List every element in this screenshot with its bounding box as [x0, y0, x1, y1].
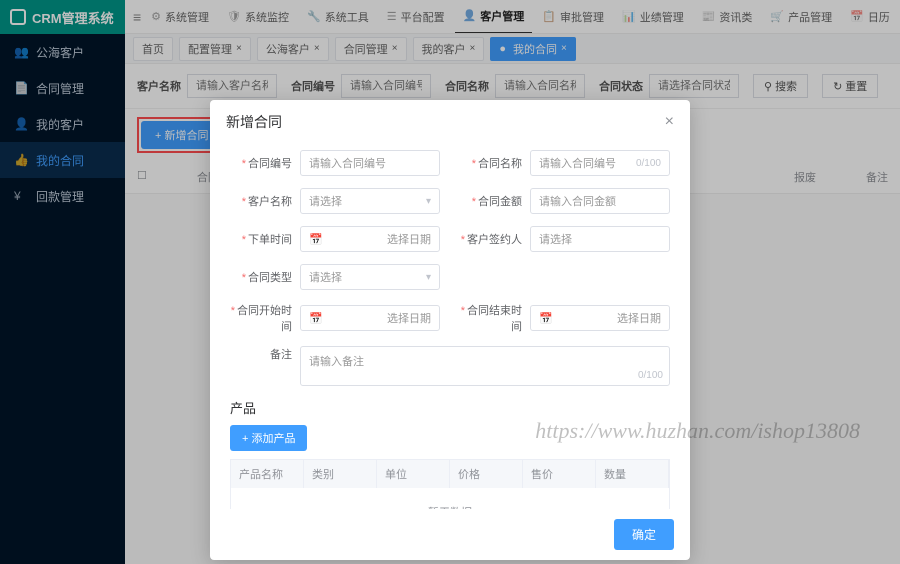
pt-col-qty: 数量 [596, 460, 669, 488]
field-contract-no-input[interactable]: 请输入合同编号 [300, 150, 440, 176]
field-start-date[interactable]: 📅 选择日期 [300, 305, 440, 331]
field-order-time-date[interactable]: 📅 选择日期 [300, 226, 440, 252]
field-customer-select[interactable]: 请选择▾ [300, 188, 440, 214]
pt-col-cat: 类别 [304, 460, 377, 488]
product-section-title: 产品 [230, 398, 670, 417]
field-type-label: 合同类型 [230, 269, 300, 285]
field-start-label: 合同开始时间 [230, 302, 300, 334]
field-signer-label: 客户签约人 [460, 231, 530, 247]
field-remark-textarea[interactable]: 请输入备注0/100 [300, 346, 670, 386]
add-contract-modal: 新增合同 × 合同编号请输入合同编号 合同名称请输入合同编号0/100 客户名称… [210, 100, 690, 560]
product-table: 产品名称 类别 单位 价格 售价 数量 暂无数据 [230, 459, 670, 509]
calendar-icon: 📅 [539, 312, 553, 325]
field-contract-name-input[interactable]: 请输入合同编号0/100 [530, 150, 670, 176]
confirm-button[interactable]: 确定 [614, 519, 674, 550]
calendar-icon: 📅 [309, 233, 323, 246]
product-table-header: 产品名称 类别 单位 价格 售价 数量 [231, 460, 669, 488]
modal-overlay[interactable]: 新增合同 × 合同编号请输入合同编号 合同名称请输入合同编号0/100 客户名称… [0, 0, 900, 564]
field-type-select[interactable]: 请选择▾ [300, 264, 440, 290]
product-table-empty: 暂无数据 [231, 488, 669, 509]
field-contract-name-label: 合同名称 [460, 155, 530, 171]
pt-col-unit: 单位 [377, 460, 450, 488]
add-product-button[interactable]: + 添加产品 [230, 425, 307, 451]
field-end-label: 合同结束时间 [460, 302, 530, 334]
calendar-icon: 📅 [309, 312, 323, 325]
chevron-down-icon: ▾ [426, 272, 431, 283]
field-contract-no-label: 合同编号 [230, 155, 300, 171]
pt-col-name: 产品名称 [231, 460, 304, 488]
field-order-time-label: 下单时间 [230, 231, 300, 247]
field-amount-input[interactable]: 请输入合同金额 [530, 188, 670, 214]
pt-col-sale: 售价 [523, 460, 596, 488]
field-end-date[interactable]: 📅 选择日期 [530, 305, 670, 331]
field-customer-label: 客户名称 [230, 193, 300, 209]
field-signer-select[interactable]: 请选择 [530, 226, 670, 252]
modal-title: 新增合同 [226, 112, 282, 132]
pt-col-price: 价格 [450, 460, 523, 488]
field-remark-label: 备注 [230, 346, 300, 362]
field-amount-label: 合同金额 [460, 193, 530, 209]
modal-close-icon[interactable]: × [665, 113, 674, 131]
chevron-down-icon: ▾ [426, 196, 431, 207]
